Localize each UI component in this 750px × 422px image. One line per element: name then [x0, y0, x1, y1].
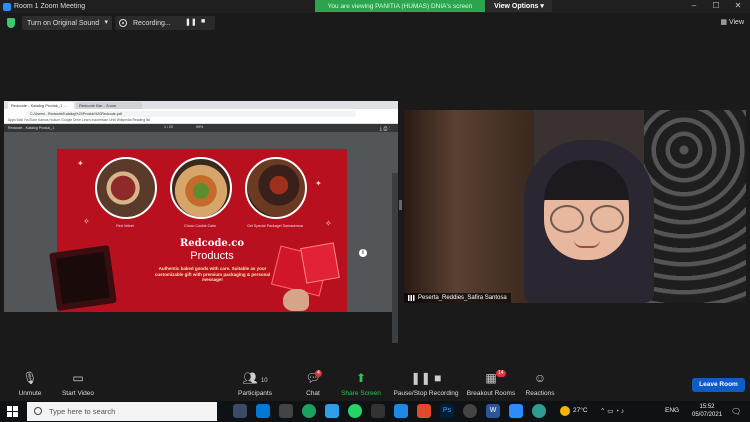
start-video-button[interactable]: ▭ Start Video	[48, 370, 108, 397]
signal-icon	[408, 295, 415, 301]
browser-tab-strip: Redcode - Katalog Produk_1 ... Redcode B…	[4, 101, 398, 109]
product-caption: Choco Cookie Cake	[184, 224, 216, 228]
share-screen-icon: ⬆	[355, 371, 367, 385]
address-bar[interactable]: C:/Users/...Redcode/Katalog%20Produk%20R…	[4, 109, 398, 118]
brand-name: Redcode.co	[179, 238, 245, 249]
participants-button[interactable]: 👥︎ 10 Participants	[225, 370, 285, 397]
view-options-button[interactable]: View Options ▾	[486, 0, 552, 12]
view-button[interactable]: ▦ View	[720, 18, 744, 26]
red-velvet-image	[95, 157, 157, 219]
glasses-right	[590, 205, 624, 233]
tray-icons[interactable]: ⌃ ▭ ◔ ♪	[600, 407, 624, 415]
windows-start-icon[interactable]	[7, 406, 18, 417]
window-title: Room 1 Zoom Meeting	[14, 3, 86, 10]
zoom-app-icon	[3, 2, 11, 11]
product-caption: Red Velvet	[116, 224, 134, 228]
slide-description: Authentic baked goods with care. Suitabl…	[154, 266, 271, 283]
reactions-icon: ☺	[533, 371, 547, 385]
chevron-down-icon[interactable]: ▾	[104, 18, 108, 26]
sparkle-icon: ✧	[83, 217, 90, 226]
share-screen-button[interactable]: ⬆ Share Screen	[331, 370, 391, 397]
background-curtain	[644, 110, 746, 303]
original-sound-button[interactable]: Turn on Original Sound ▾	[22, 16, 112, 30]
clock[interactable]: 15:52 05/07/2021	[692, 403, 722, 419]
minimize-button[interactable]: –	[684, 0, 704, 12]
clock-time: 15:52	[699, 404, 715, 410]
taskbar-search-input[interactable]: Type here to search	[27, 402, 217, 421]
pdf-toolbar: Redcode - Katalog Produk_1 1 / 20 99% ⤓ …	[4, 124, 398, 132]
browser-tab[interactable]: Redcode Bar - Zoom	[76, 102, 142, 109]
mail-icon[interactable]	[256, 404, 270, 418]
temperature: 27°C	[573, 407, 588, 414]
participant-video	[404, 110, 746, 303]
pdf-info-icon[interactable]: i	[359, 249, 367, 257]
record-icon	[119, 19, 127, 27]
sparkle-icon: ✦	[315, 179, 322, 188]
meeting-top-row: Turn on Original Sound ▾ Recording... ❚❚…	[0, 15, 750, 31]
meeting-toolbar: 🎙︎ Unmute ▭ Start Video 👥︎ 10 Participan…	[0, 370, 750, 400]
app-icon[interactable]	[279, 404, 293, 418]
photoshop-icon[interactable]: Ps	[440, 404, 454, 418]
slide-heading: Products	[190, 250, 234, 262]
breakout-badge: 14	[496, 370, 506, 377]
leave-room-button[interactable]: Leave Room	[692, 378, 745, 392]
chat-badge: 4	[315, 370, 322, 377]
pause-stop-icon: ❚❚ ■	[410, 371, 442, 385]
gift-card-image	[300, 242, 340, 284]
app-icon[interactable]	[532, 404, 546, 418]
split-handle[interactable]	[399, 200, 402, 210]
pdf-viewer: Red Velvet Choco Cookie Cake Get Special…	[4, 132, 398, 343]
whatsapp-icon[interactable]	[348, 404, 362, 418]
app-icon[interactable]	[394, 404, 408, 418]
hand-image	[283, 289, 309, 311]
zoom-icon[interactable]	[509, 404, 523, 418]
pdf-zoom: 99%	[196, 125, 204, 129]
gift-box-image	[49, 245, 117, 311]
taskbar: Type here to search Ps W 27°C ⌃ ▭ ◔ ♪ EN…	[0, 401, 750, 422]
background-wall	[404, 110, 534, 303]
glasses-left	[550, 205, 584, 233]
recording-indicator: Recording... ❚❚ ■	[115, 16, 215, 30]
stop-recording-icon[interactable]: ■	[201, 18, 205, 25]
address-text: C:/Users/...Redcode/Katalog%20Produk%20R…	[26, 110, 356, 117]
special-package-image	[245, 157, 307, 219]
pdf-scrollbar[interactable]	[392, 173, 398, 343]
recording-label: Recording...	[133, 19, 171, 27]
sparkle-icon: ✦	[77, 159, 84, 168]
chrome-icon[interactable]	[302, 404, 316, 418]
maximize-button[interactable]: ☐	[706, 0, 726, 12]
shared-screen: Redcode - Katalog Produk_1 ... Redcode B…	[4, 101, 398, 343]
viewing-banner: You are viewing PANITIA (HUMAS) DNIA's s…	[315, 0, 485, 12]
app-icon[interactable]	[417, 404, 431, 418]
close-button[interactable]: ✕	[728, 0, 748, 12]
weather-icon[interactable]	[560, 406, 570, 416]
app-icon[interactable]	[325, 404, 339, 418]
word-icon[interactable]: W	[486, 404, 500, 418]
browser-tab[interactable]: Redcode - Katalog Produk_1 ...	[8, 102, 74, 109]
participant-smile	[574, 240, 600, 248]
participant-name: Peserta_Reddies_Safira Santosa	[418, 295, 507, 301]
app-icon[interactable]	[463, 404, 477, 418]
participant-name-tag: Peserta_Reddies_Safira Santosa	[404, 293, 511, 303]
shield-icon[interactable]	[7, 18, 15, 28]
video-off-icon: ▭	[72, 371, 84, 385]
pause-stop-recording-button[interactable]: ❚❚ ■ Pause/Stop Recording	[392, 370, 460, 397]
app-icon[interactable]	[371, 404, 385, 418]
reactions-button[interactable]: ☺ Reactions	[510, 370, 570, 397]
notification-icon[interactable]: 🗨︎	[731, 407, 741, 416]
pdf-title: Redcode - Katalog Produk_1	[8, 126, 55, 130]
search-icon	[34, 407, 42, 415]
pause-recording-icon[interactable]: ❚❚	[185, 18, 197, 26]
pdf-page-indicator: 1 / 20	[164, 125, 173, 129]
catalog-slide: Red Velvet Choco Cookie Cake Get Special…	[49, 149, 347, 312]
product-caption: Get Special Package! Samasemua	[247, 224, 303, 228]
clock-date: 05/07/2021	[692, 412, 723, 418]
viewing-banner-text: You are viewing PANITIA (HUMAS) DNIA's s…	[327, 2, 473, 10]
taskview-icon[interactable]	[233, 404, 247, 418]
language-indicator[interactable]: ENG	[665, 407, 679, 414]
cookie-cake-image	[170, 157, 232, 219]
sparkle-icon: ✧	[325, 219, 332, 228]
participants-icon: 👥︎ 10	[242, 371, 268, 385]
